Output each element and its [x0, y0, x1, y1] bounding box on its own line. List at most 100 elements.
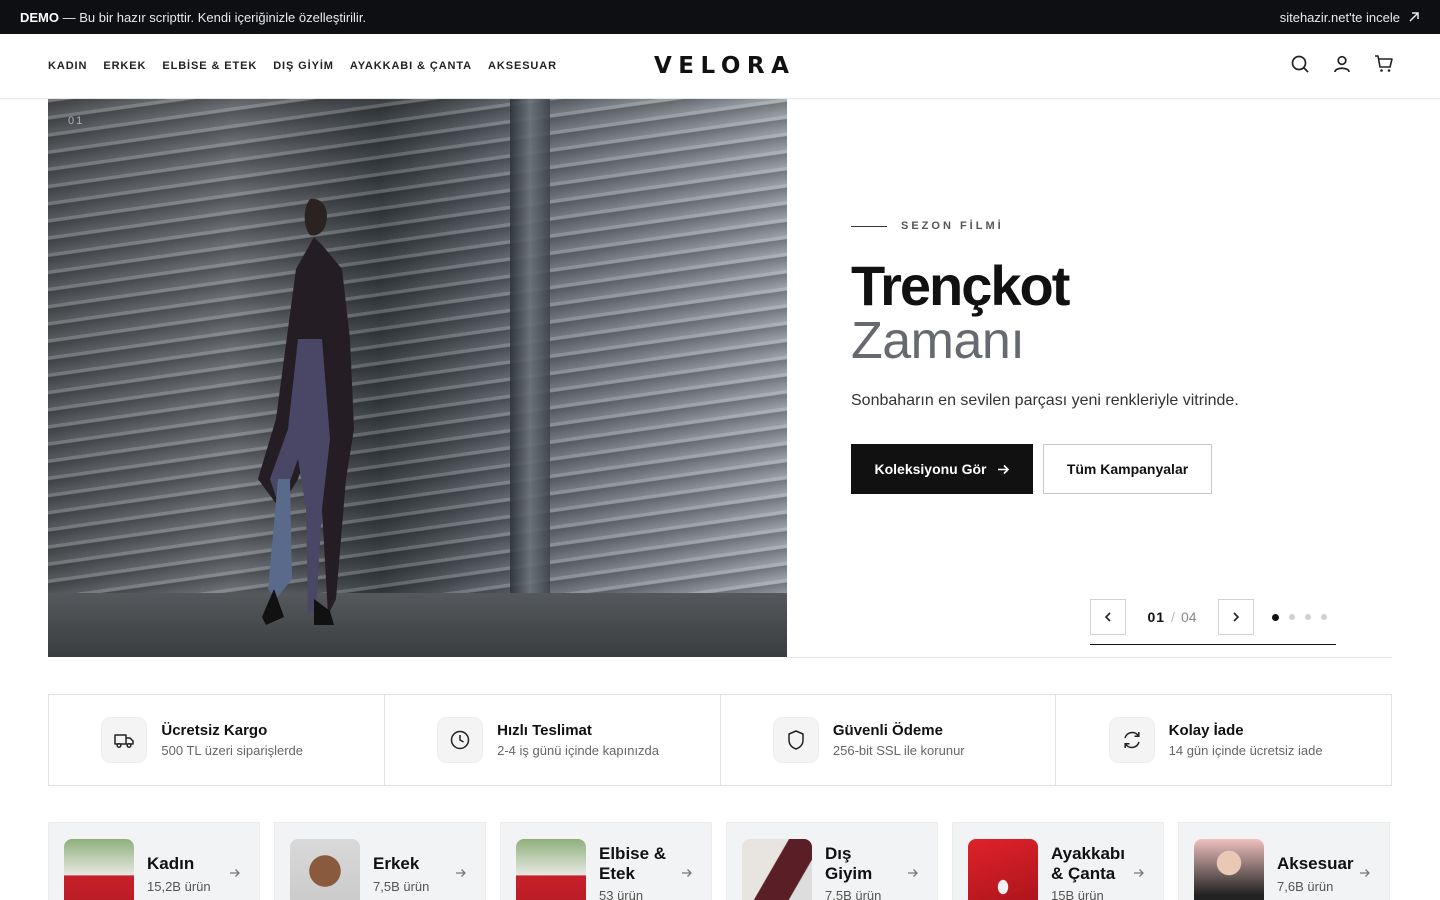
category-thumbnail [1194, 839, 1264, 900]
search-button[interactable] [1290, 54, 1310, 74]
hero-wall-corner [510, 99, 550, 657]
category-card-kadin[interactable]: Kadın 15,2B ürün [48, 822, 260, 900]
hero-title-line1: Trençkot [851, 254, 1070, 317]
model-figure [258, 198, 354, 625]
category-card-aksesuar[interactable]: Aksesuar 7,6B ürün [1178, 822, 1390, 900]
eyebrow-label: SEZON FİLMİ [901, 220, 1004, 232]
hero-image: 01 [48, 99, 787, 657]
cart-button[interactable] [1374, 54, 1394, 74]
nav-item-erkek[interactable]: ERKEK [103, 60, 146, 72]
feature-easy-return: Kolay İade 14 gün içinde ücretsiz iade [1056, 695, 1391, 785]
feature-text: Güvenli Ödeme 256-bit SSL ile korunur [833, 722, 1003, 758]
feature-text: Hızlı Teslimat 2-4 iş günü içinde kapını… [497, 722, 667, 758]
demo-text: — Bu bir hazır scripttir. Kendi içeriğin… [59, 9, 367, 25]
nav-item-aksesuar[interactable]: AKSESUAR [488, 60, 557, 72]
demo-bar: DEMO — Bu bir hazır scripttir. Kendi içe… [0, 0, 1440, 34]
slide-dot-4[interactable] [1321, 614, 1327, 620]
account-button[interactable] [1332, 54, 1352, 74]
prev-slide-button[interactable] [1090, 599, 1126, 635]
next-slide-button[interactable] [1218, 599, 1254, 635]
category-card-ayakkabi-canta[interactable]: Ayakkabı & Çanta 15B ürün [952, 822, 1164, 900]
features-strip: Ücretsiz Kargo 500 TL üzeri siparişlerde… [48, 694, 1392, 786]
category-thumbnail [968, 839, 1038, 900]
slide-dot-3[interactable] [1305, 614, 1311, 620]
hero-content: SEZON FİLMİ Trençkot Zamanı Sonbaharın e… [851, 220, 1371, 494]
category-count: 15B ürün [1051, 888, 1104, 900]
demo-external-link[interactable]: sitehazir.net'te incele [1280, 10, 1420, 25]
arrow-right-icon [1134, 869, 1144, 877]
arrow-right-icon [908, 869, 918, 877]
category-card-elbise-etek[interactable]: Elbise & Etek 53 ürün [500, 822, 712, 900]
clock-icon [450, 730, 470, 750]
hero-wall-texture [48, 99, 787, 657]
feature-text: Kolay İade 14 gün içinde ücretsiz iade [1169, 722, 1339, 758]
feature-title: Kolay İade [1168, 722, 1244, 739]
hero-title-line2: Zamanı [851, 312, 1025, 370]
category-thumbnail [516, 839, 586, 900]
feature-subtitle: 14 gün içinde ücretsiz iade [1168, 743, 1323, 758]
slide-counter: 01 / 04 [1126, 599, 1218, 635]
category-grid: Kadın 15,2B ürün Erkek 7,5B ürün Elbise … [48, 822, 1392, 900]
category-thumbnail [290, 839, 360, 900]
arrow-right-icon [230, 869, 240, 877]
nav-item-kadin[interactable]: KADIN [48, 60, 87, 72]
category-count: 53 ürün [599, 888, 644, 900]
category-name: Dış Giyim [825, 844, 873, 883]
view-collection-button[interactable]: Koleksiyonu Gör [851, 444, 1033, 494]
slide-current: 01 [1147, 609, 1166, 625]
category-name: Kadın [147, 854, 195, 873]
hero-buttons: Koleksiyonu Gör Tüm Kampanyalar [851, 444, 1371, 494]
feature-icon-box [772, 717, 819, 763]
feature-title: Güvenli Ödeme [832, 722, 943, 739]
category-count: 7,6B ürün [1277, 879, 1334, 894]
arrow-right-icon [997, 464, 1009, 474]
category-thumbnail [64, 839, 134, 900]
eyebrow-line [851, 225, 887, 227]
category-thumbnail [742, 839, 812, 900]
user-icon [1334, 55, 1350, 73]
feature-subtitle: 256-bit SSL ile korunur [832, 743, 965, 758]
demo-message: DEMO — Bu bir hazır scripttir. Kendi içe… [20, 10, 366, 25]
category-card-erkek[interactable]: Erkek 7,5B ürün [274, 822, 486, 900]
site-header: KADIN ERKEK ELBİSE & ETEK DIŞ GİYİM AYAK… [0, 34, 1440, 99]
category-name: Erkek [373, 854, 420, 873]
slide-separator: / [1171, 609, 1175, 625]
site-logo[interactable]: VELORA [654, 52, 789, 80]
arrow-right-icon [456, 869, 466, 877]
hero-slide-index: 01 [68, 115, 85, 127]
category-name: Ayakkabı & Çanta [1051, 844, 1126, 883]
category-count: 7,5B ürün [373, 879, 430, 894]
hero-description: Sonbaharın en sevilen parçası yeni renkl… [851, 392, 1239, 409]
feature-text: Ücretsiz Kargo 500 TL üzeri siparişlerde [161, 722, 331, 758]
arrow-right-icon [682, 869, 692, 877]
arrow-right-icon [1360, 869, 1370, 877]
shield-icon [788, 730, 804, 750]
chevron-left-icon [1104, 612, 1111, 622]
header-actions [1290, 54, 1394, 74]
feature-title: Ücretsiz Kargo [161, 722, 268, 739]
truck-icon [114, 734, 135, 749]
nav-item-dis-giyim[interactable]: DIŞ GİYİM [273, 60, 334, 72]
feature-title: Hızlı Teslimat [497, 722, 592, 739]
slide-total: 04 [1180, 609, 1197, 625]
hero-eyebrow: SEZON FİLMİ [851, 220, 1371, 232]
slide-dot-1[interactable] [1272, 613, 1279, 621]
all-campaigns-button[interactable]: Tüm Kampanyalar [1043, 444, 1212, 494]
category-count: 7,5B ürün [825, 888, 882, 900]
slide-dot-2[interactable] [1289, 614, 1295, 620]
nav-item-ayakkabi-canta[interactable]: AYAKKABI & ÇANTA [350, 60, 472, 72]
hero-divider [787, 657, 1392, 658]
category-name: Elbise & Etek [599, 844, 667, 883]
feature-subtitle: 2-4 iş günü içinde kapınızda [497, 743, 660, 758]
hero-slider-controls: 01 / 04 [1090, 599, 1336, 645]
feature-icon-box [101, 717, 148, 763]
view-collection-label: Koleksiyonu Gör [874, 461, 987, 477]
category-name: Aksesuar [1277, 854, 1354, 873]
feature-fast-delivery: Hızlı Teslimat 2-4 iş günü içinde kapını… [385, 695, 721, 785]
demo-link-label: sitehazir.net'te incele [1279, 9, 1400, 25]
slide-dots [1272, 599, 1327, 635]
nav-item-elbise-etek[interactable]: ELBİSE & ETEK [162, 60, 257, 72]
feature-subtitle: 500 TL üzeri siparişlerde [161, 743, 304, 758]
arrow-up-right-icon [1409, 12, 1419, 22]
category-card-dis-giyim[interactable]: Dış Giyim 7,5B ürün [726, 822, 938, 900]
